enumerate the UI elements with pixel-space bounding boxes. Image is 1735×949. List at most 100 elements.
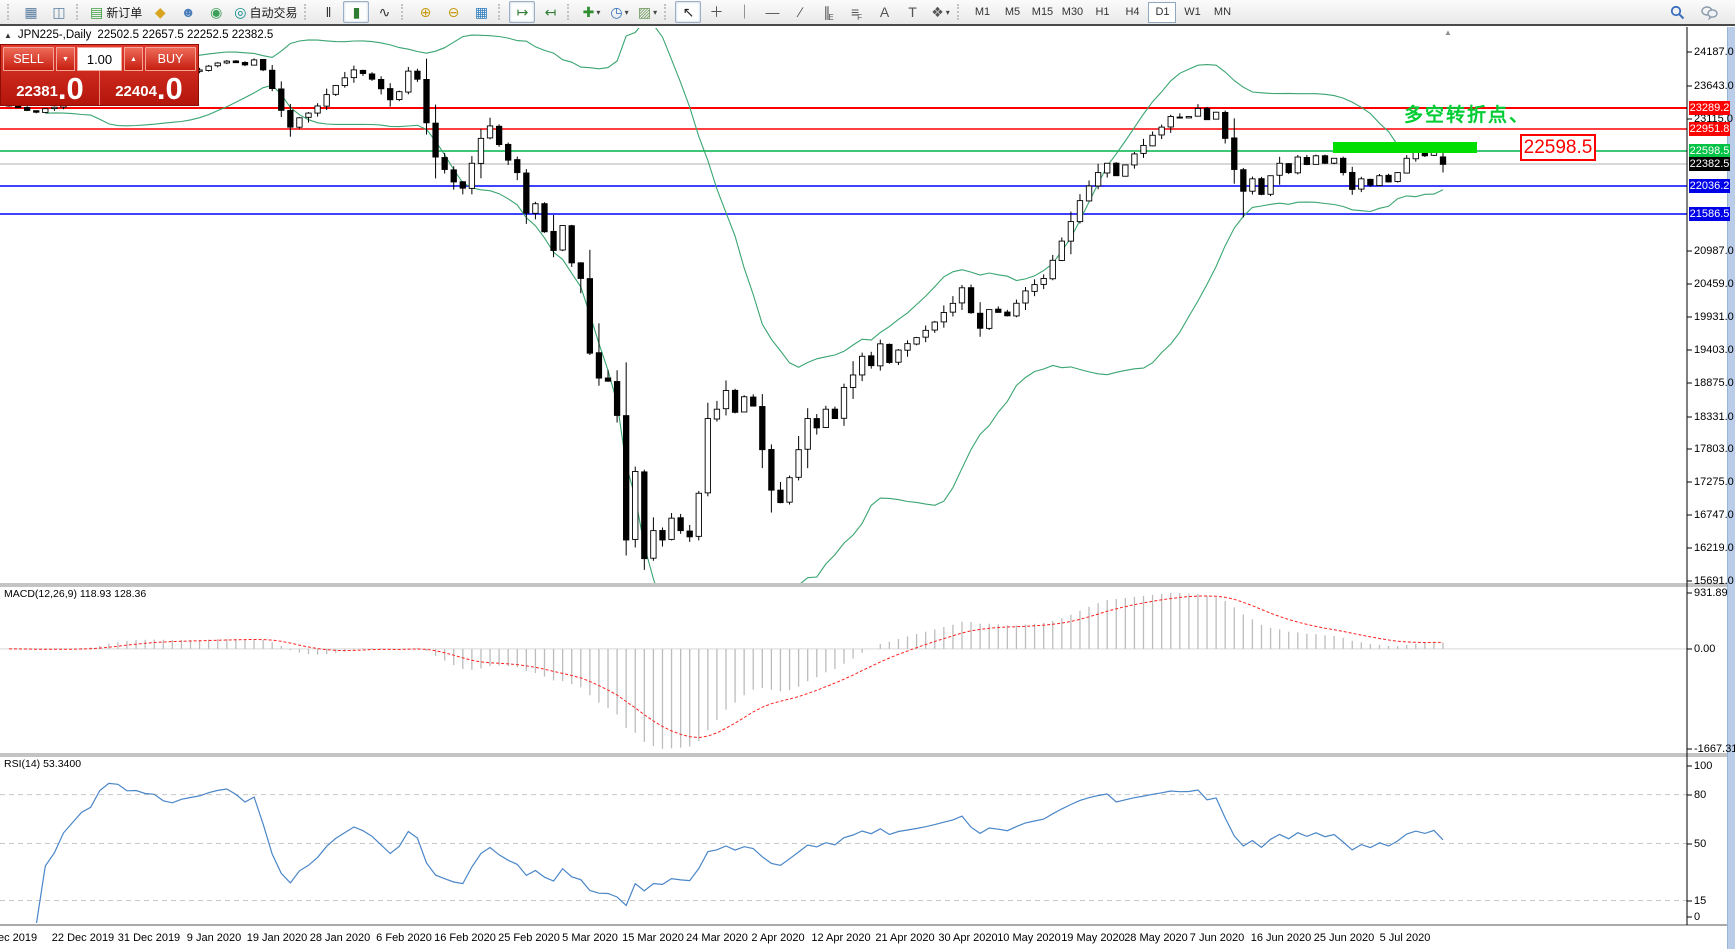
collapse-panel-icon[interactable]: ▲ — [4, 31, 12, 40]
market-watch-icon[interactable]: ▦ — [18, 1, 44, 23]
trendline-icon[interactable]: ∕ — [787, 1, 813, 23]
price-tick-label: 16219.0 — [1694, 542, 1734, 555]
date-tick-label: 5 Jul 2020 — [1360, 932, 1450, 944]
volume-up-button[interactable]: ▲ — [124, 47, 143, 71]
price-tick-label: 19403.0 — [1694, 344, 1734, 357]
price-tick-label: 17803.0 — [1694, 443, 1734, 456]
timeframe-m5[interactable]: M5 — [998, 2, 1026, 23]
search-icon[interactable] — [1664, 1, 1690, 23]
data-window-icon: ◫ — [52, 5, 65, 19]
cursor-icon[interactable]: ↖ — [675, 1, 701, 23]
autotrading-button[interactable]: ◎自动交易 — [231, 1, 300, 23]
price-tick-label: 16747.0 — [1694, 509, 1734, 522]
macd-tick-label: 931.89 — [1694, 587, 1734, 600]
vertical-line-icon[interactable]: ｜ — [731, 1, 757, 23]
mql5-community-icon[interactable]: ☻ — [175, 1, 201, 23]
metaeditor-icon[interactable]: ◆ — [147, 1, 173, 23]
dropdown-arrow-icon[interactable]: ▾ — [596, 8, 600, 17]
metatrader-window: ▦◫▤新订单◆☻◉◎自动交易‖▮∿⊕⊖▦↦↤✚▾◷▾▨▾↖＋｜—∕∥E≡FAT❖… — [0, 0, 1735, 949]
timeframe-m1[interactable]: M1 — [968, 2, 996, 23]
bar-chart-icon: ‖ — [326, 5, 332, 19]
buy-price[interactable]: 22404 .0 — [99, 71, 198, 105]
horizontal-line-icon[interactable]: — — [759, 1, 785, 23]
tile-windows-icon: ▦ — [475, 5, 488, 19]
dropdown-arrow-icon[interactable]: ▾ — [946, 8, 950, 17]
text-label-icon[interactable]: T — [899, 1, 925, 23]
market-signals-icon[interactable]: ◉ — [203, 1, 229, 23]
price-tick-label: 19931.0 — [1694, 311, 1734, 324]
sell-price[interactable]: 22381 .0 — [1, 71, 99, 105]
bar-chart-icon[interactable]: ‖ — [315, 1, 341, 23]
icon-subscript: F — [857, 13, 862, 22]
sell-price-main: 22381 — [16, 80, 58, 104]
chat-icon[interactable] — [1696, 1, 1722, 23]
macd-tick-label: -1667.31 — [1694, 743, 1734, 756]
chart-canvas[interactable] — [0, 0, 1735, 949]
auto-scroll-icon: ↦ — [517, 5, 529, 19]
zoom-out-icon: ⊖ — [448, 5, 460, 19]
rsi-tick-label: 100 — [1694, 760, 1734, 773]
price-tick-label: 18331.0 — [1694, 411, 1734, 424]
price-level-badge: 23289.2 — [1689, 101, 1730, 115]
macd-tick-label: 0.00 — [1694, 643, 1734, 656]
fibonacci-icon[interactable]: ≡F — [843, 1, 869, 23]
mql5-community-icon: ☻ — [181, 5, 196, 19]
rsi-line — [36, 783, 1443, 925]
timeframe-w1[interactable]: W1 — [1178, 2, 1206, 23]
dropdown-arrow-icon[interactable]: ▾ — [625, 8, 629, 17]
arrows-icon[interactable]: ❖▾ — [927, 1, 953, 23]
volume-input[interactable] — [77, 47, 122, 71]
toolbar-group-separator — [498, 4, 503, 20]
market-watch-icon: ▦ — [24, 5, 37, 19]
data-window-icon[interactable]: ◫ — [46, 1, 72, 23]
toolbar-group-separator — [401, 4, 406, 20]
toolbar-group-separator — [664, 4, 669, 20]
text-icon: A — [880, 5, 889, 19]
volume-down-button[interactable]: ▼ — [56, 47, 75, 71]
trendline-icon: ∕ — [799, 5, 801, 19]
toolbar-group-separator — [567, 4, 572, 20]
zoom-in-icon[interactable]: ⊕ — [412, 1, 438, 23]
templates-icon[interactable]: ▨▾ — [634, 1, 660, 23]
symbol-name: JPN225-,Daily — [18, 29, 92, 41]
indicators-icon[interactable]: ✚▾ — [578, 1, 604, 23]
timeframe-m15[interactable]: M15 — [1028, 2, 1056, 23]
buy-button[interactable]: BUY — [145, 47, 196, 71]
candlestick-chart-icon[interactable]: ▮ — [343, 1, 369, 23]
price-tick-label: 23643.0 — [1694, 80, 1734, 93]
auto-scroll-icon[interactable]: ↦ — [509, 1, 535, 23]
tile-windows-icon[interactable]: ▦ — [468, 1, 494, 23]
chart-shift-icon[interactable]: ↤ — [537, 1, 563, 23]
price-level-badge: 22951.8 — [1689, 122, 1730, 136]
vertical-line-icon: ｜ — [737, 5, 751, 19]
buy-price-main: 22404 — [115, 80, 157, 104]
periods-icon: ◷ — [610, 5, 622, 19]
line-chart-icon[interactable]: ∿ — [371, 1, 397, 23]
timeframe-m30[interactable]: M30 — [1058, 2, 1086, 23]
sell-button[interactable]: SELL — [3, 47, 54, 71]
timeframe-h4[interactable]: H4 — [1118, 2, 1146, 23]
line-chart-icon: ∿ — [379, 5, 391, 19]
text-icon[interactable]: A — [871, 1, 897, 23]
dropdown-arrow-icon[interactable]: ▾ — [653, 8, 657, 17]
new-order-button[interactable]: ▤新订单 — [87, 1, 145, 23]
equidistant-channel-icon[interactable]: ∥E — [815, 1, 841, 23]
timeframe-mn[interactable]: MN — [1208, 2, 1236, 23]
candlestick-series — [6, 58, 1445, 569]
crosshair-icon[interactable]: ＋ — [703, 1, 729, 23]
toolbar-group-separator — [957, 4, 962, 20]
price-level-badge: 22598.5 — [1689, 144, 1730, 158]
zoom-out-icon[interactable]: ⊖ — [440, 1, 466, 23]
main-toolbar: ▦◫▤新订单◆☻◉◎自动交易‖▮∿⊕⊖▦↦↤✚▾◷▾▨▾↖＋｜—∕∥E≡FAT❖… — [0, 0, 1735, 26]
timeframe-h1[interactable]: H1 — [1088, 2, 1116, 23]
chart-shift-marker[interactable]: ▲ — [1444, 28, 1452, 37]
market-signals-icon: ◉ — [210, 5, 222, 19]
periods-icon[interactable]: ◷▾ — [606, 1, 632, 23]
timeframe-d1[interactable]: D1 — [1148, 2, 1176, 23]
crosshair-icon: ＋ — [709, 5, 723, 19]
price-tick-label: 17275.0 — [1694, 476, 1734, 489]
chart-title-bar: ▲ JPN225-,Daily 22502.5 22657.5 22252.5 … — [4, 29, 273, 41]
one-click-trading-panel: SELL ▼ ▲ BUY 22381 .0 22404 .0 — [0, 44, 199, 106]
rsi-tick-label: 0 — [1694, 911, 1734, 924]
price-level-badge: 22382.5 — [1689, 157, 1730, 171]
